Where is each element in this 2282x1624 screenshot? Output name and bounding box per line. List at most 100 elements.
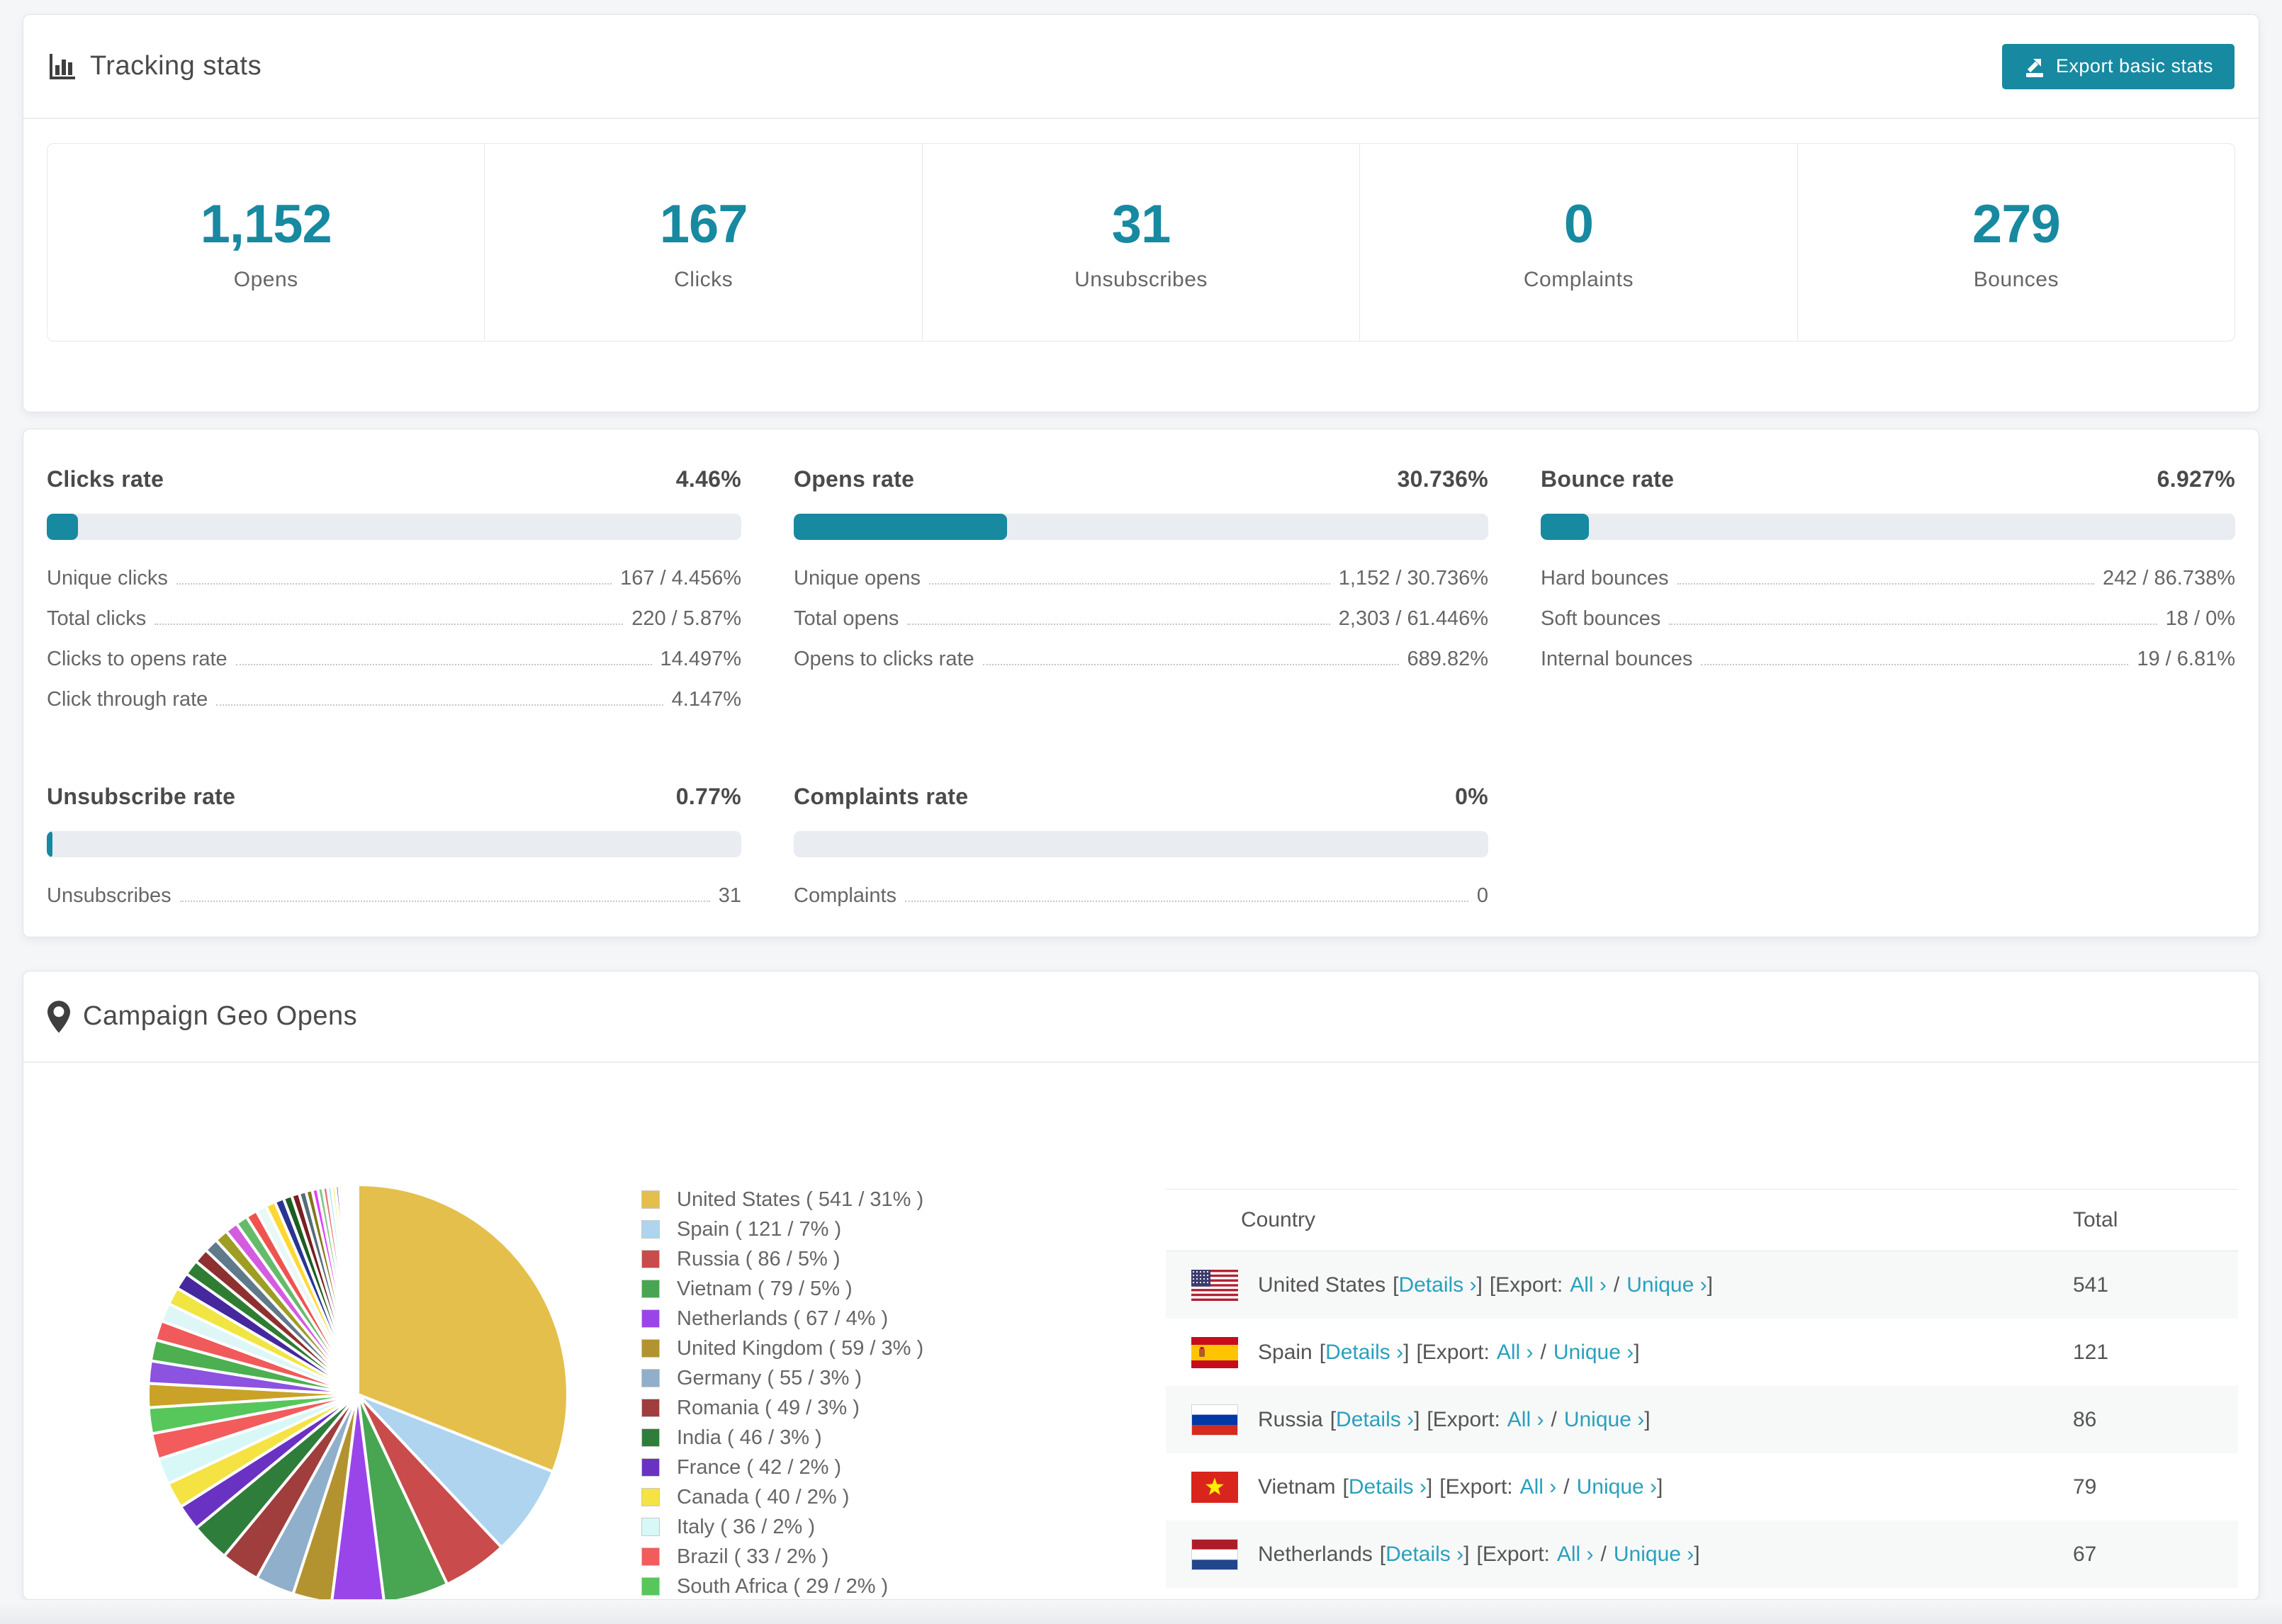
es-flag-icon [1191,1336,1238,1368]
rate-detail-value: 2,303 / 61.446% [1338,607,1488,630]
legend-item-russia: Russia ( 86 / 5% ) [641,1244,923,1274]
stat-cell-bounces: 279 Bounces [1798,144,2235,341]
export-all-link[interactable]: All › [1570,1273,1607,1297]
rate-detail-label: Unique opens [794,567,921,590]
rate-detail-value: 220 / 5.87% [631,607,741,630]
total-value: 79 [2073,1474,2097,1499]
legend-label: Italy ( 36 / 2% ) [677,1515,816,1538]
rate-detail-row: Click through rate 4.147% [47,688,741,728]
rate-detail-row: Total clicks 220 / 5.87% [47,607,741,648]
export-unique-link[interactable]: Unique › [1577,1475,1657,1499]
export-all-link[interactable]: All › [1557,1543,1594,1566]
rate-detail-label: Click through rate [47,688,208,711]
bar-chart-icon [47,52,77,81]
rate-progress-bar [1541,514,2235,540]
geo-pie-chart[interactable] [145,1182,570,1600]
details-link[interactable]: Details › [1349,1475,1427,1499]
export-unique-link[interactable]: Unique › [1553,1341,1634,1364]
rate-detail-value: 242 / 86.738% [2102,567,2235,590]
legend-label: Germany ( 55 / 3% ) [677,1366,862,1389]
rate-detail-value: 0 [1476,884,1488,907]
rate-detail-value: 1,152 / 30.736% [1338,567,1488,590]
legend-swatch [641,1190,660,1209]
rate-title: Opens rate [794,466,915,492]
rate-panel-unsubscribe-rate: Unsubscribe rate 0.77% Unsubscribes 31 [47,777,741,925]
rate-detail-label: Soft bounces [1541,607,1661,630]
legend-item-brazil: Brazil ( 33 / 2% ) [641,1542,923,1572]
stat-value: 1,152 [200,193,332,254]
campaign-geo-opens-card: Campaign Geo Opens United States ( 541 /… [23,971,2259,1600]
rate-progress-bar [794,514,1488,540]
geo-table-header-row: Country Total [1166,1190,2238,1251]
legend-item-france: France ( 42 / 2% ) [641,1453,923,1482]
legend-label: Russia ( 86 / 5% ) [677,1247,841,1270]
details-link[interactable]: Details › [1386,1543,1463,1566]
stat-cell-opens: 1,152 Opens [47,144,485,341]
dotted-leader [907,624,1330,625]
dotted-leader [905,901,1468,902]
dotted-leader [1669,624,2157,625]
stat-value: 279 [1972,193,2061,254]
legend-label: Spain ( 121 / 7% ) [677,1217,842,1241]
tracking-stats-header: Tracking stats Export basic stats [23,15,2259,119]
rate-progress-bar [47,514,741,540]
export-unique-link[interactable]: Unique › [1626,1273,1707,1297]
legend-item-united-kingdom: United Kingdom ( 59 / 3% ) [641,1333,923,1363]
geo-section-title: Campaign Geo Opens [83,1001,358,1031]
legend-item-south-africa: South Africa ( 29 / 2% ) [641,1572,923,1599]
export-unique-link[interactable]: Unique › [1614,1543,1694,1566]
details-link[interactable]: Details › [1398,1273,1476,1297]
rate-detail-row: Unsubscribes 31 [47,884,741,925]
legend-label: Brazil ( 33 / 2% ) [677,1545,829,1568]
legend-swatch [641,1488,660,1506]
dotted-leader [176,583,612,585]
rate-detail-label: Unsubscribes [47,884,172,907]
rate-progress-bar [794,831,1488,857]
rate-detail-row: Internal bounces 19 / 6.81% [1541,648,2235,688]
dotted-leader [1701,664,2129,665]
stat-label: Complaints [1523,267,1634,291]
export-unique-link[interactable]: Unique › [1564,1408,1644,1431]
legend-label: Vietnam ( 79 / 5% ) [677,1277,853,1300]
rate-progress-fill [1541,514,1589,540]
rate-detail-label: Complaints [794,884,897,907]
rates-grid: Clicks rate 4.46% Unique clicks 167 / 4.456… [47,459,2235,925]
geo-table: Country Total United States [Details ›] [E… [1166,1189,2238,1599]
rate-detail-value: 167 / 4.456% [620,567,741,590]
rate-panel-bounce-rate: Bounce rate 6.927% Hard bounces 242 / 86.73… [1541,459,2235,728]
export-all-link[interactable]: All › [1497,1341,1534,1364]
rate-detail-row: Complaints 0 [794,884,1488,925]
rate-value: 30.736% [1397,466,1488,492]
legend-swatch [641,1577,660,1596]
rate-detail-value: 18 / 0% [2165,607,2235,630]
details-link[interactable]: Details › [1325,1341,1403,1364]
geo-table-row-netherlands: Netherlands [Details ›] [Export: All › / Uniq… [1166,1521,2238,1588]
geo-legend: United States ( 541 / 31% ) Spain ( 121 /… [641,1185,924,1599]
rate-progress-bar [47,831,741,857]
stat-label: Unsubscribes [1074,267,1208,291]
total-value: 121 [2073,1340,2109,1364]
rate-value: 0% [1455,784,1488,809]
legend-label: United States ( 541 / 31% ) [677,1188,924,1211]
rate-detail-label: Total opens [794,607,899,630]
details-link[interactable]: Details › [1336,1408,1414,1431]
dotted-leader [235,664,652,665]
stat-label: Clicks [674,267,734,291]
rate-detail-value: 14.497% [660,648,742,670]
rate-title: Complaints rate [794,784,969,809]
country-name: Russia [1258,1407,1323,1431]
export-all-link[interactable]: All › [1520,1475,1557,1499]
stat-value: 31 [1111,193,1171,254]
legend-swatch [641,1250,660,1268]
legend-label: United Kingdom ( 59 / 3% ) [677,1336,924,1360]
export-all-link[interactable]: All › [1507,1408,1544,1431]
legend-label: Canada ( 40 / 2% ) [677,1485,850,1509]
legend-swatch [641,1280,660,1298]
legend-label: France ( 42 / 2% ) [677,1455,842,1479]
rate-detail-row: Hard bounces 242 / 86.738% [1541,567,2235,607]
geo-card-header: Campaign Geo Opens [23,971,2259,1063]
pie-slice-other[interactable] [356,1183,359,1395]
legend-label: South Africa ( 29 / 2% ) [677,1574,889,1598]
page-title: Tracking stats [90,51,262,81]
export-basic-stats-button[interactable]: Export basic stats [2001,43,2235,89]
